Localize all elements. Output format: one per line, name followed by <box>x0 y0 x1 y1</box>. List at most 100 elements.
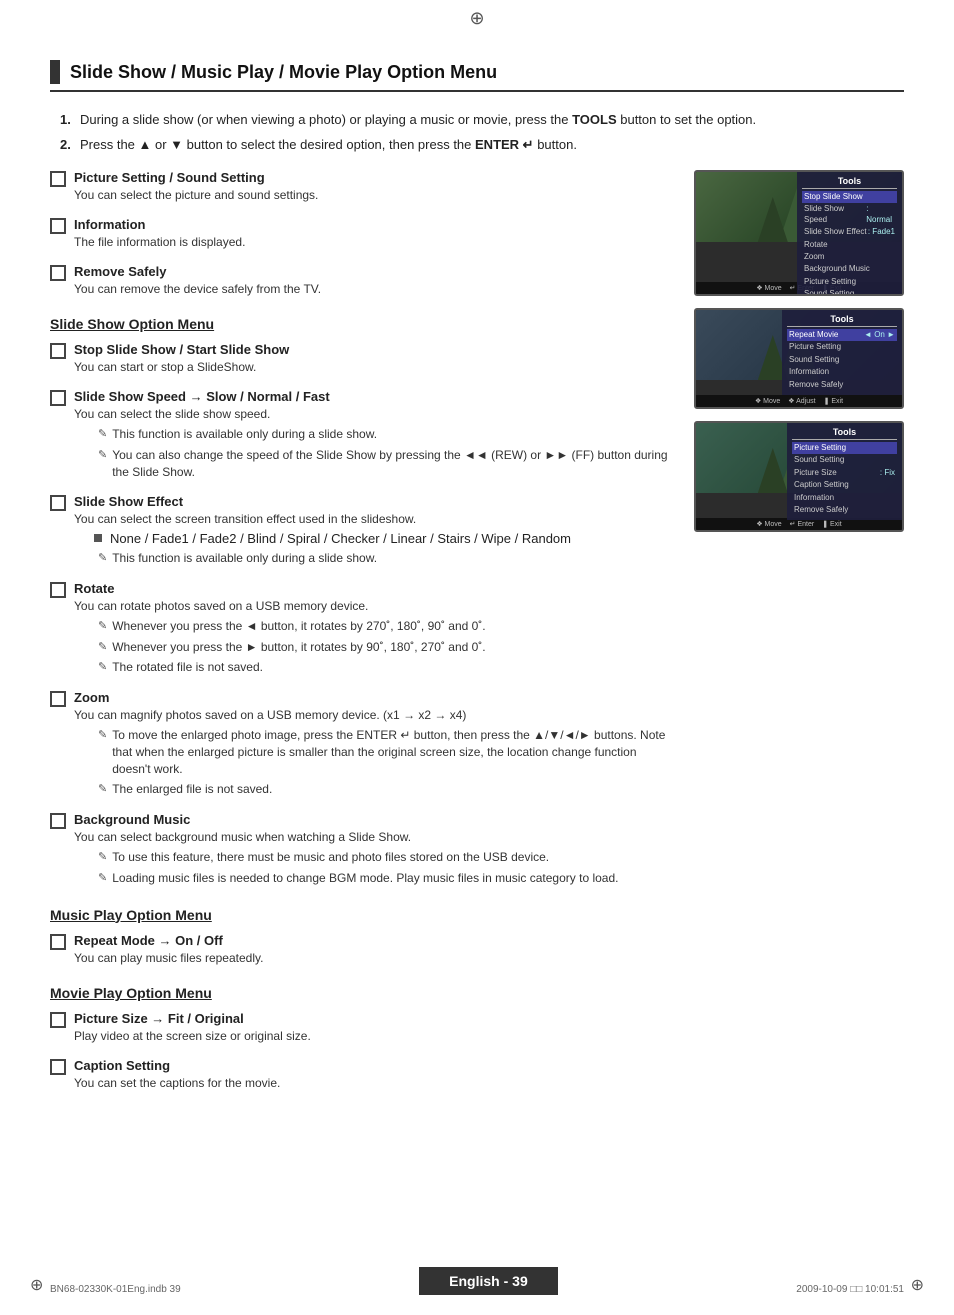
item-label: Zoom <box>74 690 674 705</box>
note-text: Whenever you press the ► button, it rota… <box>112 639 485 656</box>
section-title: Slide Show / Music Play / Movie Play Opt… <box>70 62 497 83</box>
item-background-music: Background Music You can select backgrou… <box>50 812 674 890</box>
menu-row: Picture Setting <box>787 341 897 353</box>
checkbox-icon <box>50 691 66 707</box>
item-stop-slide-show: Stop Slide Show / Start Slide Show You c… <box>50 342 674 379</box>
tv-mockup-3: Tools Picture Setting Sound Setting Pict… <box>694 421 904 532</box>
item-information: Information The file information is disp… <box>50 217 674 254</box>
menu-row: Slide Show Speed: Normal <box>802 203 897 226</box>
menu-title-1: Tools <box>802 176 897 189</box>
music-play-heading: Music Play Option Menu <box>50 907 674 923</box>
checkbox-content: Caption Setting You can set the captions… <box>74 1058 674 1095</box>
section-title-bar: Slide Show / Music Play / Movie Play Opt… <box>50 60 904 92</box>
square-text: None / Fade1 / Fade2 / Blind / Spiral / … <box>110 531 571 546</box>
tv-screen-2: Tools Repeat Movie◄ On ► Picture Setting… <box>696 310 902 395</box>
checkbox-icon <box>50 495 66 511</box>
menu-row: Stop Slide Show <box>802 191 897 203</box>
footer-center: English - 39 <box>419 1267 558 1295</box>
item-label: Picture Setting / Sound Setting <box>74 170 674 185</box>
menu-row: Picture Size: Fix <box>792 467 897 479</box>
tv-screen-1: Tools Stop Slide Show Slide Show Speed: … <box>696 172 902 282</box>
crosshair-bottom-right: ⊕ <box>911 1275 924 1295</box>
menu-row: Picture Setting <box>802 276 897 288</box>
item-rotate: Rotate You can rotate photos saved on a … <box>50 581 674 680</box>
menu-row: Sound Setting <box>787 354 897 366</box>
crosshair-bottom-left: ⊕ <box>30 1275 43 1295</box>
tv-screen-3: Tools Picture Setting Sound Setting Pict… <box>696 423 902 518</box>
note-text: Loading music files is needed to change … <box>112 870 618 887</box>
overlay-menu-2: Tools Repeat Movie◄ On ► Picture Setting… <box>782 310 902 395</box>
item-label: Caption Setting <box>74 1058 674 1073</box>
note-item: ✎ Loading music files is needed to chang… <box>74 870 674 887</box>
movie-play-heading: Movie Play Option Menu <box>50 985 674 1001</box>
item-desc: You can set the captions for the movie. <box>74 1075 674 1092</box>
menu-row: Remove Safely <box>792 504 897 516</box>
note-text: The enlarged file is not saved. <box>112 781 272 798</box>
item-desc: You can remove the device safely from th… <box>74 281 674 298</box>
note-text: You can also change the speed of the Sli… <box>112 447 674 481</box>
item-label: Slide Show Speed → Slow / Normal / Fast <box>74 389 674 404</box>
intro-steps: 1. During a slide show (or when viewing … <box>50 110 904 154</box>
note-item: ✎ The rotated file is not saved. <box>74 659 674 676</box>
item-label: Rotate <box>74 581 674 596</box>
item-slide-show-effect: Slide Show Effect You can select the scr… <box>50 494 674 571</box>
checkbox-icon <box>50 934 66 950</box>
main-content: Picture Setting / Sound Setting You can … <box>50 170 904 1105</box>
bar-accent <box>50 60 60 84</box>
checkbox-content: Information The file information is disp… <box>74 217 674 254</box>
note-item: ✎ The enlarged file is not saved. <box>74 781 674 798</box>
menu-row: Zoom <box>802 251 897 263</box>
menu-row: Information <box>787 366 897 378</box>
menu-row: Information <box>792 492 897 504</box>
footer-right: 2009-10-09 □□ 10:01:51 <box>796 1284 904 1295</box>
item-label: Slide Show Effect <box>74 494 674 509</box>
checkbox-content: Slide Show Effect You can select the scr… <box>74 494 674 571</box>
checkbox-content: Zoom You can magnify photos saved on a U… <box>74 690 674 802</box>
item-desc: Play video at the screen size or origina… <box>74 1028 674 1045</box>
note-item: ✎ To use this feature, there must be mus… <box>74 849 674 866</box>
item-desc: You can select background music when wat… <box>74 829 674 846</box>
checkbox-icon <box>50 390 66 406</box>
note-text: This function is available only during a… <box>112 426 377 443</box>
checkbox-content: Stop Slide Show / Start Slide Show You c… <box>74 342 674 379</box>
checkbox-icon <box>50 171 66 187</box>
item-desc: You can select the screen transition eff… <box>74 511 674 528</box>
item-desc: You can select the picture and sound set… <box>74 187 674 204</box>
menu-title-2: Tools <box>787 314 897 327</box>
square-item: None / Fade1 / Fade2 / Blind / Spiral / … <box>74 531 674 546</box>
menu-row: Caption Setting <box>792 479 897 491</box>
checkbox-icon <box>50 265 66 281</box>
item-picture-setting: Picture Setting / Sound Setting You can … <box>50 170 674 207</box>
menu-row: Background Music <box>802 263 897 275</box>
checkbox-content: Picture Size → Fit / Original Play video… <box>74 1011 674 1048</box>
note-text: To move the enlarged photo image, press … <box>112 727 674 777</box>
note-item: ✎ Whenever you press the ◄ button, it ro… <box>74 618 674 635</box>
note-item: ✎ You can also change the speed of the S… <box>74 447 674 481</box>
overlay-menu-1: Tools Stop Slide Show Slide Show Speed: … <box>797 172 902 296</box>
menu-row: Sound Setting <box>802 288 897 296</box>
page-footer: BN68-02330K-01Eng.indb 39 English - 39 2… <box>0 1267 954 1295</box>
item-desc: You can rotate photos saved on a USB mem… <box>74 598 674 615</box>
note-item: ✎ Whenever you press the ► button, it ro… <box>74 639 674 656</box>
menu-row: Remove Safely <box>787 379 897 391</box>
note-text: Whenever you press the ◄ button, it rota… <box>112 618 485 635</box>
intro-step-1: 1. During a slide show (or when viewing … <box>60 110 904 130</box>
item-desc: The file information is displayed. <box>74 234 674 251</box>
item-desc: You can select the slide show speed. <box>74 406 674 423</box>
checkbox-content: Background Music You can select backgrou… <box>74 812 674 890</box>
menu-row: Slide Show Effect: Fade1 <box>802 226 897 238</box>
tv-nav-2: ❖ Move ❖ Adjust ❚ Exit <box>696 395 902 407</box>
top-crosshair: ⊕ <box>469 8 484 29</box>
checkbox-content: Picture Setting / Sound Setting You can … <box>74 170 674 207</box>
images-column: Tools Stop Slide Show Slide Show Speed: … <box>694 170 904 1105</box>
checkbox-icon <box>50 1059 66 1075</box>
checkbox-icon <box>50 218 66 234</box>
item-label: Picture Size → Fit / Original <box>74 1011 674 1026</box>
item-caption-setting: Caption Setting You can set the captions… <box>50 1058 674 1095</box>
page-number: English - 39 <box>419 1267 558 1295</box>
menu-row: Repeat Movie◄ On ► <box>787 329 897 341</box>
note-item: ✎ To move the enlarged photo image, pres… <box>74 727 674 777</box>
note-text: To use this feature, there must be music… <box>112 849 549 866</box>
item-label: Stop Slide Show / Start Slide Show <box>74 342 674 357</box>
item-repeat-mode: Repeat Mode → On / Off You can play musi… <box>50 933 674 970</box>
